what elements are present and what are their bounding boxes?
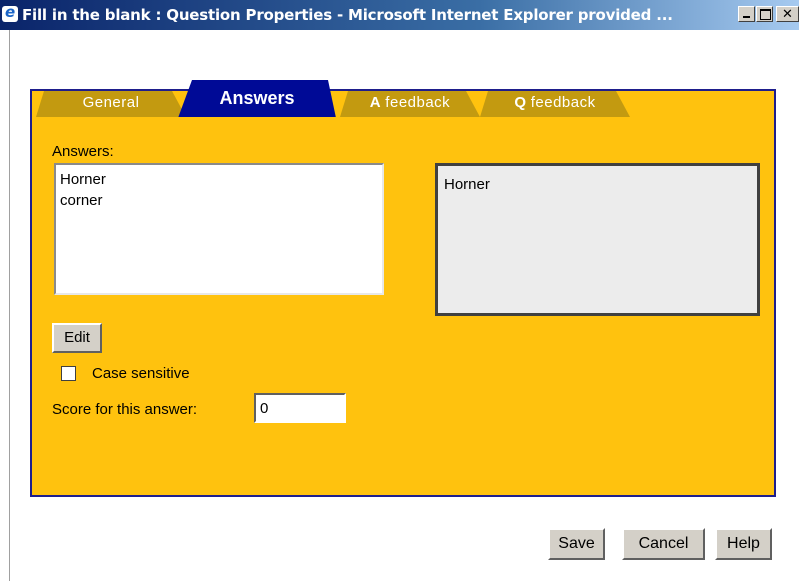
answer-preview: Horner bbox=[435, 163, 760, 316]
answer-preview-text: Horner bbox=[444, 176, 490, 193]
cancel-button[interactable]: Cancel bbox=[622, 528, 705, 560]
case-sensitive-checkbox[interactable] bbox=[61, 366, 76, 381]
edit-button[interactable]: Edit bbox=[52, 323, 102, 353]
internet-explorer-icon bbox=[2, 3, 18, 22]
tab-general-label: General bbox=[82, 94, 140, 111]
maximize-button[interactable] bbox=[756, 6, 773, 22]
score-label: Score for this answer: bbox=[52, 401, 198, 418]
list-item[interactable]: Horner bbox=[60, 169, 378, 190]
answers-label: Answers: bbox=[52, 143, 114, 160]
score-input[interactable] bbox=[254, 393, 346, 423]
window-frame-edge bbox=[0, 30, 10, 581]
help-button[interactable]: Help bbox=[715, 528, 772, 560]
close-icon: ✕ bbox=[782, 7, 793, 22]
save-button[interactable]: Save bbox=[548, 528, 605, 560]
case-sensitive-label: Case sensitive bbox=[92, 365, 190, 382]
tab-strip: General A feedback Q feedback Answers bbox=[30, 80, 776, 120]
tab-general[interactable]: General bbox=[36, 91, 186, 117]
close-button[interactable]: ✕ bbox=[776, 6, 799, 22]
tab-a-feedback-label: feedback bbox=[380, 94, 451, 111]
window-title: Fill in the blank : Question Properties … bbox=[22, 6, 673, 24]
tab-q-feedback[interactable]: Q feedback bbox=[480, 91, 630, 117]
tab-q-feedback-prefix: Q bbox=[514, 94, 527, 111]
answers-panel: Answers: Horner corner Horner Edit Case … bbox=[30, 117, 776, 497]
tab-a-feedback-prefix: A bbox=[369, 94, 381, 111]
minimize-button[interactable] bbox=[738, 6, 755, 22]
tab-answers-label: Answers bbox=[219, 88, 295, 108]
tab-answers[interactable]: Answers bbox=[178, 80, 336, 118]
answers-list[interactable]: Horner corner bbox=[54, 163, 384, 295]
list-item[interactable]: corner bbox=[60, 190, 378, 211]
title-bar: Fill in the blank : Question Properties … bbox=[0, 0, 799, 30]
tab-q-feedback-label: feedback bbox=[526, 94, 596, 111]
tab-a-feedback[interactable]: A feedback bbox=[340, 91, 480, 117]
